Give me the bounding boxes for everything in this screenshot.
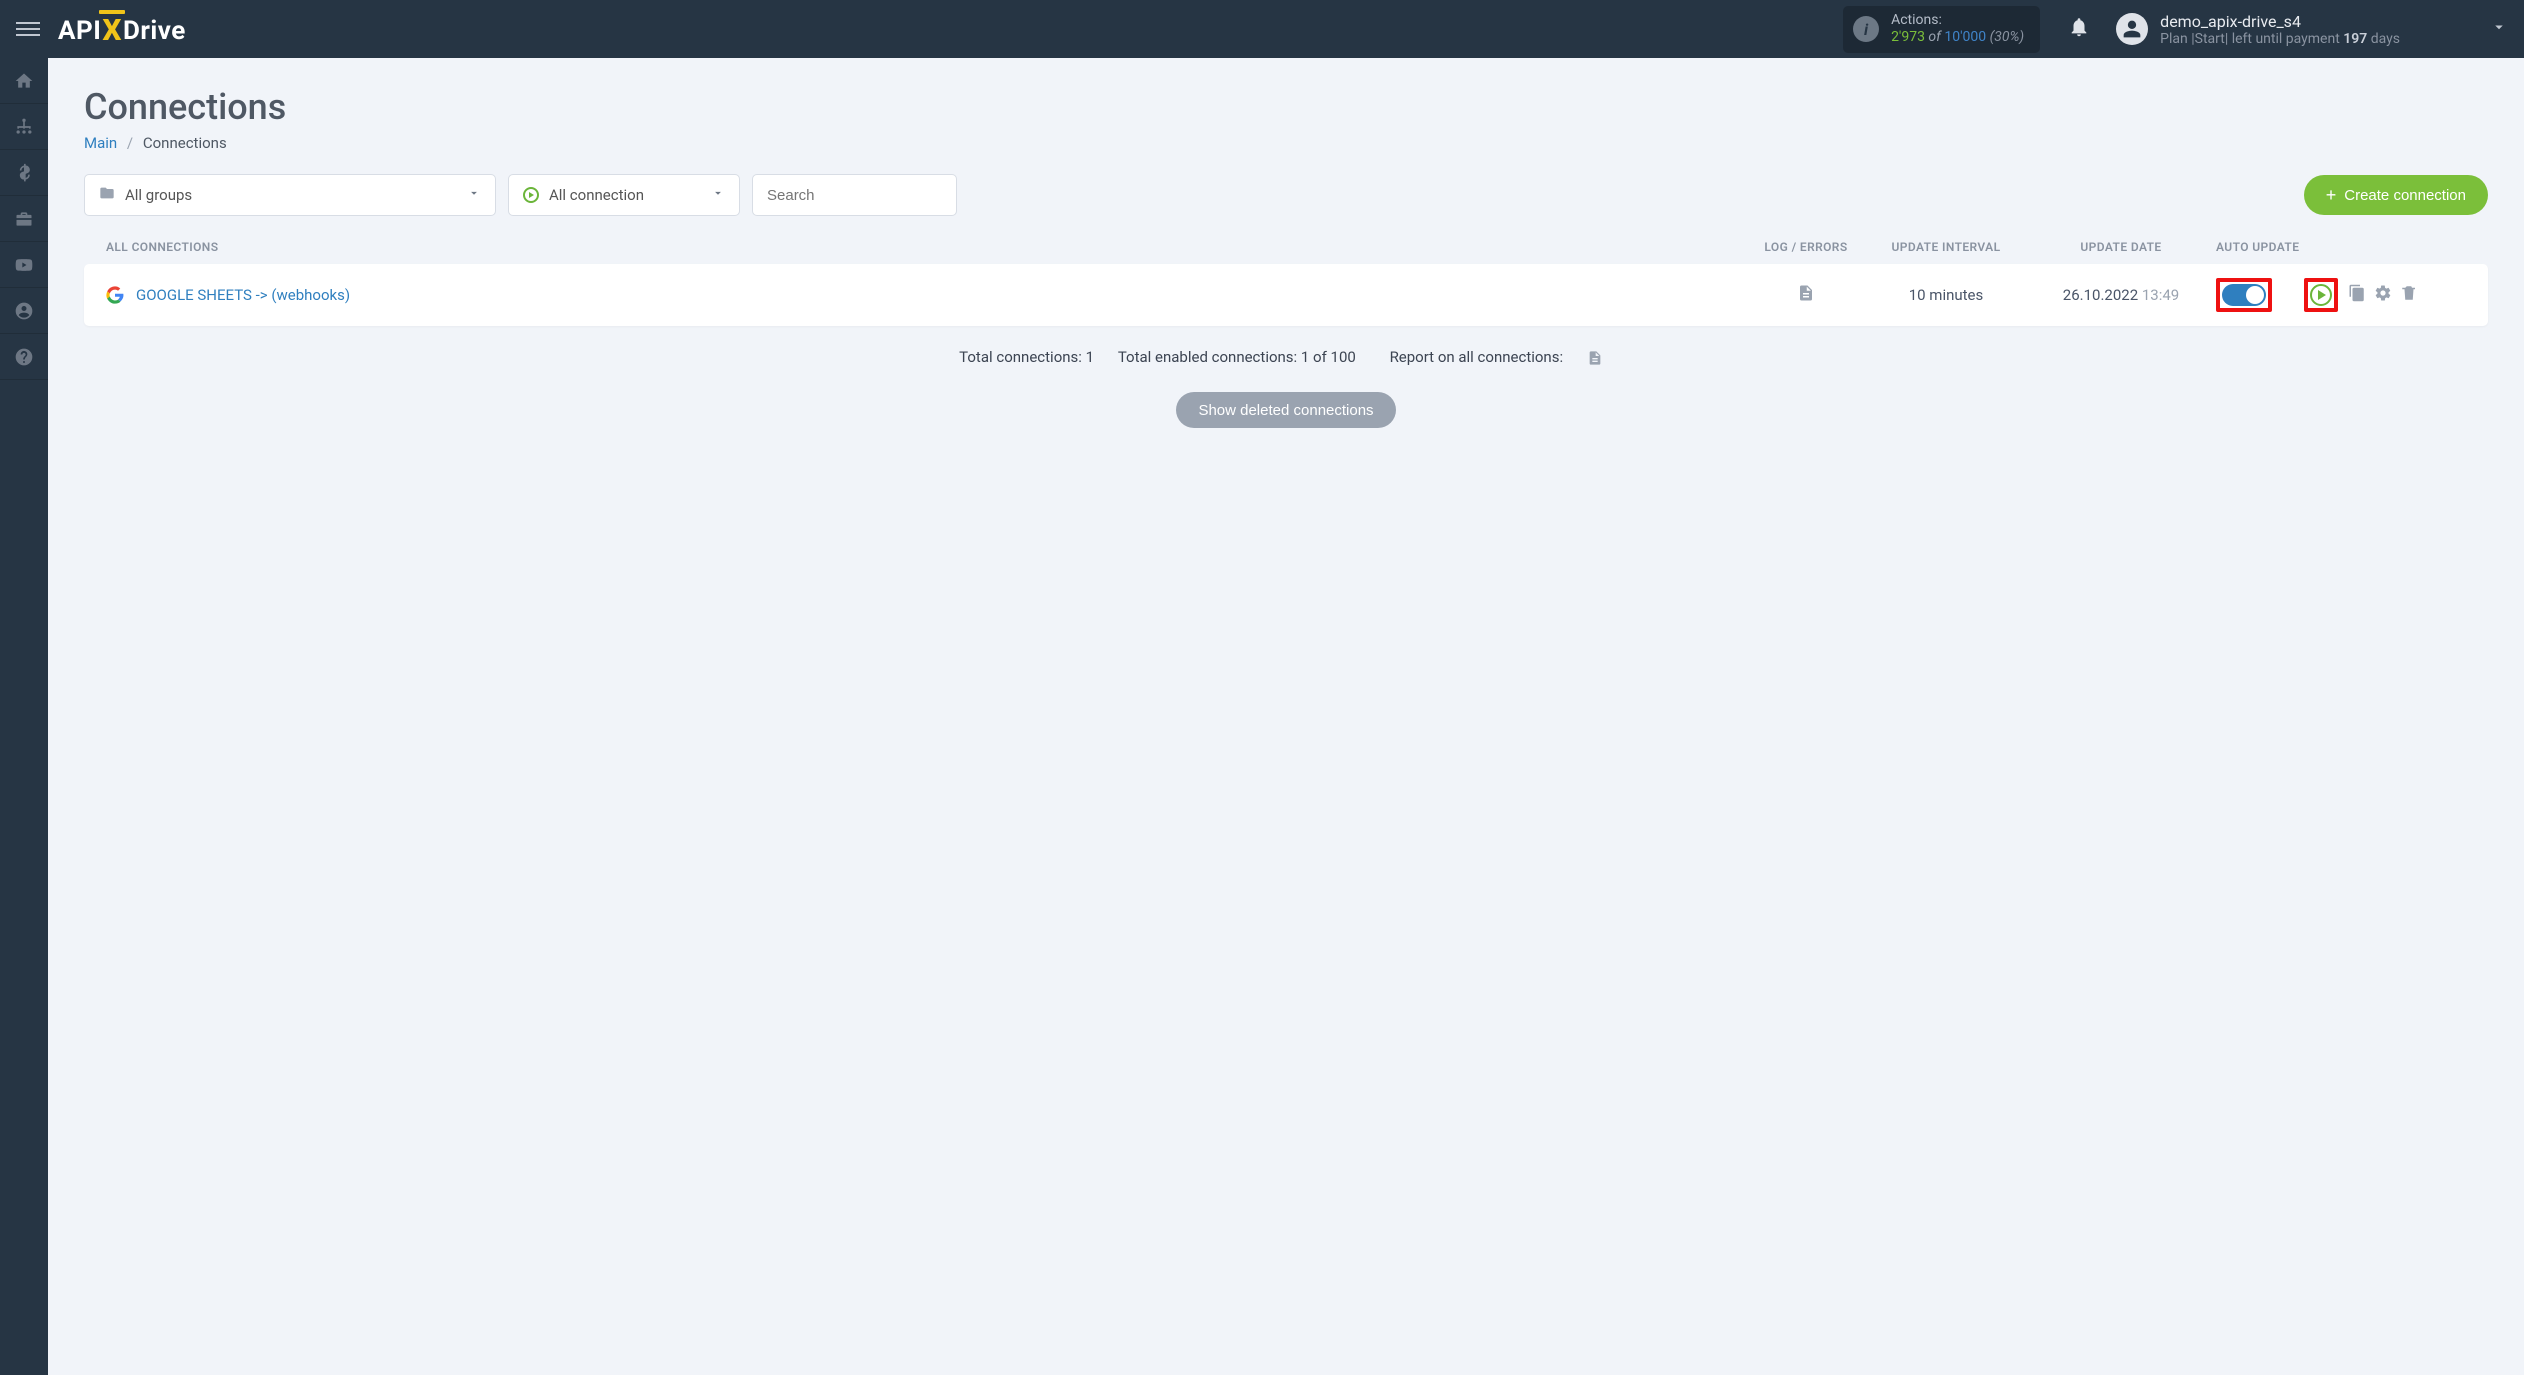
avatar-icon bbox=[2116, 13, 2148, 45]
update-time: 13:49 bbox=[2138, 286, 2179, 304]
total-enabled: Total enabled connections: 1 of 100 bbox=[1118, 348, 1356, 366]
connection-select-label: All connection bbox=[549, 186, 644, 204]
highlight-box bbox=[2304, 278, 2338, 312]
notifications-bell-icon[interactable] bbox=[2068, 16, 2090, 42]
log-icon[interactable] bbox=[1797, 290, 1815, 306]
table-header: ALL CONNECTIONS LOG / ERRORS UPDATE INTE… bbox=[84, 236, 2488, 264]
th-name: ALL CONNECTIONS bbox=[106, 240, 1746, 254]
auto-update-toggle[interactable] bbox=[2222, 284, 2266, 306]
actions-pct: (30%) bbox=[1986, 29, 2024, 45]
sidebar-item-home[interactable] bbox=[0, 58, 48, 104]
stats-line: Total connections: 1 Total enabled conne… bbox=[84, 348, 2488, 366]
sidebar-item-briefcase[interactable] bbox=[0, 196, 48, 242]
topbar: APIXDrive i Actions: 2'973 of 10'000 (30… bbox=[0, 0, 2524, 58]
breadcrumb-main[interactable]: Main bbox=[84, 134, 117, 152]
breadcrumb-current: Connections bbox=[143, 134, 227, 152]
username: demo_apix-drive_s4 bbox=[2160, 12, 2400, 31]
chevron-down-icon bbox=[467, 186, 481, 204]
actions-usage-box[interactable]: i Actions: 2'973 of 10'000 (30%) bbox=[1843, 6, 2040, 53]
sidebar-item-help[interactable] bbox=[0, 334, 48, 380]
connection-status-select[interactable]: All connection bbox=[508, 174, 740, 216]
actions-label: Actions: bbox=[1891, 12, 2024, 30]
highlight-box bbox=[2216, 278, 2272, 312]
plan-suffix: days bbox=[2367, 31, 2400, 47]
th-date: UPDATE DATE bbox=[2026, 240, 2216, 254]
search-box[interactable] bbox=[752, 174, 957, 216]
interval-cell: 10 minutes bbox=[1866, 286, 2026, 304]
run-now-button[interactable] bbox=[2310, 284, 2332, 306]
breadcrumb-sep: / bbox=[127, 134, 133, 152]
date-cell: 26.10.2022 13:49 bbox=[2026, 286, 2216, 304]
th-log: LOG / ERRORS bbox=[1746, 240, 1866, 254]
sidebar-item-account[interactable] bbox=[0, 288, 48, 334]
plus-icon: + bbox=[2326, 186, 2337, 204]
sidebar-item-billing[interactable] bbox=[0, 150, 48, 196]
main-content: Connections Main / Connections All group… bbox=[48, 58, 2524, 456]
plan-days: 197 bbox=[2343, 31, 2367, 47]
table-row: GOOGLE SHEETS -> (webhooks) 10 minutes 2… bbox=[84, 264, 2488, 326]
plan-line: Plan |Start| left until payment 197 days bbox=[2160, 31, 2400, 47]
trash-icon[interactable] bbox=[2400, 284, 2418, 306]
sidebar bbox=[0, 58, 48, 1375]
hamburger-menu-icon[interactable] bbox=[16, 17, 40, 41]
report-label: Report on all connections: bbox=[1390, 348, 1564, 366]
sidebar-item-connections[interactable] bbox=[0, 104, 48, 150]
update-date: 26.10.2022 bbox=[2063, 286, 2138, 304]
user-menu[interactable]: demo_apix-drive_s4 Plan |Start| left unt… bbox=[2116, 12, 2508, 47]
plan-prefix: Plan |Start| left until payment bbox=[2160, 31, 2343, 47]
groups-select[interactable]: All groups bbox=[84, 174, 496, 216]
th-interval: UPDATE INTERVAL bbox=[1866, 240, 2026, 254]
copy-icon[interactable] bbox=[2348, 284, 2366, 306]
connection-name-link[interactable]: GOOGLE SHEETS -> (webhooks) bbox=[136, 286, 350, 304]
create-connection-button[interactable]: + Create connection bbox=[2304, 175, 2488, 215]
sidebar-item-video[interactable] bbox=[0, 242, 48, 288]
folder-icon bbox=[99, 185, 115, 205]
create-connection-label: Create connection bbox=[2344, 187, 2466, 204]
actions-total: 10'000 bbox=[1944, 29, 1986, 45]
report-icon[interactable] bbox=[1587, 348, 1603, 366]
groups-select-label: All groups bbox=[125, 186, 192, 204]
th-auto: AUTO UPDATE bbox=[2216, 240, 2466, 254]
info-icon: i bbox=[1853, 16, 1879, 42]
actions-used: 2'973 bbox=[1891, 29, 1925, 45]
actions-of: of bbox=[1925, 29, 1944, 45]
chevron-down-icon bbox=[711, 186, 725, 204]
gear-icon[interactable] bbox=[2374, 284, 2392, 306]
chevron-down-icon bbox=[2490, 18, 2508, 40]
total-connections: Total connections: 1 bbox=[959, 348, 1094, 366]
filters-row: All groups All connection + Create conne… bbox=[84, 174, 2488, 216]
logo[interactable]: APIXDrive bbox=[58, 12, 186, 47]
google-icon bbox=[106, 286, 124, 304]
show-deleted-button[interactable]: Show deleted connections bbox=[1176, 392, 1395, 428]
breadcrumb: Main / Connections bbox=[84, 134, 2488, 152]
search-input[interactable] bbox=[767, 187, 942, 204]
play-icon bbox=[523, 187, 539, 203]
page-title: Connections bbox=[84, 86, 2488, 128]
